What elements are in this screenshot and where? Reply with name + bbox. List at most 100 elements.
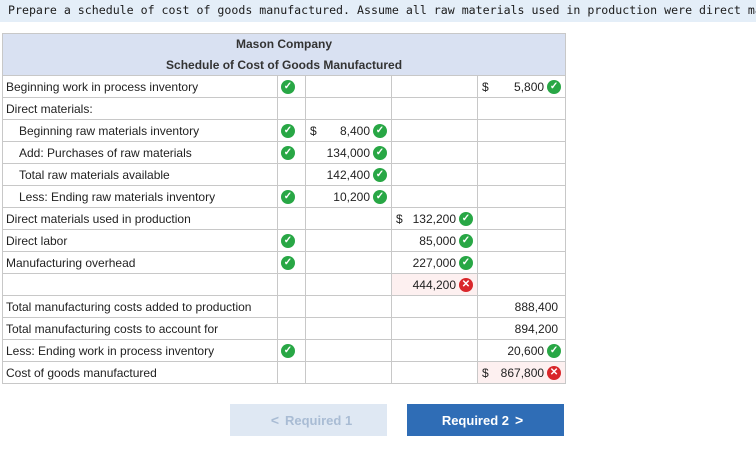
row-label[interactable]: Total manufacturing costs added to produ… xyxy=(2,295,278,318)
amount-cell-c3[interactable] xyxy=(476,229,567,252)
schedule-row: Direct materials used in production $132,… xyxy=(2,207,567,230)
amount-cell-c2[interactable] xyxy=(391,119,478,142)
row-label[interactable]: Cost of goods manufactured xyxy=(2,361,278,384)
amount-cell-c1[interactable]: 134,000 ✓ xyxy=(305,141,392,164)
amount-cell-c3[interactable] xyxy=(476,163,567,186)
row-label-status xyxy=(277,97,306,120)
amount-value: 894,200 xyxy=(514,321,559,336)
amount-cell-c2[interactable] xyxy=(391,361,478,384)
dollar-sign: $ xyxy=(396,211,403,226)
amount-cell-c2[interactable] xyxy=(391,75,478,98)
amount-cell-c2[interactable]: 227,000 ✓ xyxy=(391,251,478,274)
check-icon: ✓ xyxy=(281,233,295,248)
amount-wrap: $5,800 ✓ xyxy=(479,77,565,97)
amount-wrap xyxy=(307,253,391,273)
amount-cell-c2[interactable] xyxy=(391,163,478,186)
check-icon: ✓ xyxy=(459,233,473,248)
schedule-row: Less: Ending work in process inventory ✓ 2… xyxy=(2,339,567,362)
amount-wrap xyxy=(393,99,477,119)
amount-cell-c3[interactable] xyxy=(476,119,567,142)
row-label[interactable] xyxy=(2,273,278,296)
amount-wrap: 85,000 ✓ xyxy=(393,231,477,251)
row-label-status: ✓ xyxy=(277,185,306,208)
amount-cell-c1[interactable] xyxy=(305,229,392,252)
amount-value: 10,200 xyxy=(333,189,370,204)
amount-cell-c1[interactable] xyxy=(305,75,392,98)
amount-cell-c1[interactable] xyxy=(305,273,392,296)
amount-wrap xyxy=(307,231,391,251)
row-label-status: ✓ xyxy=(277,119,306,142)
required-2-button[interactable]: Required 2 > xyxy=(407,404,564,436)
amount-cell-c2[interactable] xyxy=(391,141,478,164)
amount-value: 132,200 xyxy=(412,211,456,226)
amount-cell-c3[interactable] xyxy=(476,273,567,296)
amount-cell-c3[interactable] xyxy=(476,97,567,120)
amount-wrap xyxy=(479,143,565,163)
amount-value: 444,200 xyxy=(412,277,456,292)
schedule-row: 444,200 ✕ xyxy=(2,273,567,296)
row-label[interactable]: Beginning work in process inventory xyxy=(2,75,278,98)
amount-value: 134,000 xyxy=(326,145,370,160)
row-label[interactable]: Beginning raw materials inventory xyxy=(2,119,278,142)
amount-cell-c3[interactable]: $5,800 ✓ xyxy=(476,75,567,98)
required-1-button[interactable]: < Required 1 xyxy=(230,404,387,436)
row-label[interactable]: Total manufacturing costs to account for xyxy=(2,317,278,340)
amount-cell-c1[interactable] xyxy=(305,317,392,340)
amount-cell-c2[interactable]: 85,000 ✓ xyxy=(391,229,478,252)
amount-wrap xyxy=(479,253,565,273)
check-icon: ✓ xyxy=(281,145,295,160)
amount-cell-c1[interactable] xyxy=(305,207,392,230)
amount-wrap: 894,200 xyxy=(479,319,565,339)
row-label[interactable]: Total raw materials available xyxy=(2,163,278,186)
row-label[interactable]: Manufacturing overhead xyxy=(2,251,278,274)
amount-cell-c3[interactable] xyxy=(476,251,567,274)
amount-cell-c2[interactable] xyxy=(391,339,478,362)
amount-cell-c3[interactable] xyxy=(476,185,567,208)
amount-cell-c1[interactable] xyxy=(305,251,392,274)
row-label[interactable]: Less: Ending raw materials inventory xyxy=(2,185,278,208)
row-label[interactable]: Less: Ending work in process inventory xyxy=(2,339,278,362)
amount-value: 227,000 xyxy=(412,255,456,270)
amount-cell-c1[interactable] xyxy=(305,361,392,384)
amount-wrap xyxy=(393,319,477,339)
amount-cell-c1[interactable]: 10,200 ✓ xyxy=(305,185,392,208)
row-label[interactable]: Direct labor xyxy=(2,229,278,252)
amount-wrap: $867,800 ✕ xyxy=(479,363,565,383)
amount-cell-c3[interactable] xyxy=(476,141,567,164)
amount-cell-c2[interactable]: $132,200 ✓ xyxy=(391,207,478,230)
row-label[interactable]: Add: Purchases of raw materials xyxy=(2,141,278,164)
amount-cell-c3[interactable]: 894,200 xyxy=(476,317,567,340)
schedule-row: Beginning raw materials inventory ✓ $8,400… xyxy=(2,119,567,142)
amount-cell-c1[interactable] xyxy=(305,295,392,318)
row-label[interactable]: Direct materials used in production xyxy=(2,207,278,230)
prev-button-label: Required 1 xyxy=(285,412,353,428)
amount-cell-c1[interactable]: $8,400 ✓ xyxy=(305,119,392,142)
amount-cell-c1[interactable] xyxy=(305,97,392,120)
amount-wrap xyxy=(307,209,391,229)
row-label[interactable]: Direct materials: xyxy=(2,97,278,120)
amount-cell-c1[interactable] xyxy=(305,339,392,362)
amount-wrap xyxy=(307,319,391,339)
check-icon: ✓ xyxy=(373,167,387,182)
amount-cell-c2[interactable] xyxy=(391,317,478,340)
amount-cell-c3[interactable]: 888,400 xyxy=(476,295,567,318)
dollar-sign: $ xyxy=(310,123,317,138)
amount-cell-c2[interactable] xyxy=(391,185,478,208)
amount-cell-c2[interactable] xyxy=(391,97,478,120)
amount-cell-c1[interactable]: 142,400 ✓ xyxy=(305,163,392,186)
amount-wrap xyxy=(393,165,477,185)
amount-cell-c2[interactable] xyxy=(391,295,478,318)
amount-cell-c2[interactable]: 444,200 ✕ xyxy=(391,273,478,296)
amount-wrap xyxy=(307,341,391,361)
schedule-row: Cost of goods manufactured $867,800 ✕ xyxy=(2,361,567,384)
amount-wrap: $8,400 ✓ xyxy=(307,121,391,141)
amount-wrap: 227,000 ✓ xyxy=(393,253,477,273)
check-icon: ✓ xyxy=(459,255,473,270)
row-label-status: ✓ xyxy=(277,75,306,98)
amount-wrap: 20,600 ✓ xyxy=(479,341,565,361)
error-x-icon: ✕ xyxy=(459,277,473,292)
amount-cell-c3[interactable]: $867,800 ✕ xyxy=(476,361,567,384)
amount-cell-c3[interactable] xyxy=(476,207,567,230)
error-x-icon: ✕ xyxy=(547,365,562,380)
amount-cell-c3[interactable]: 20,600 ✓ xyxy=(476,339,567,362)
